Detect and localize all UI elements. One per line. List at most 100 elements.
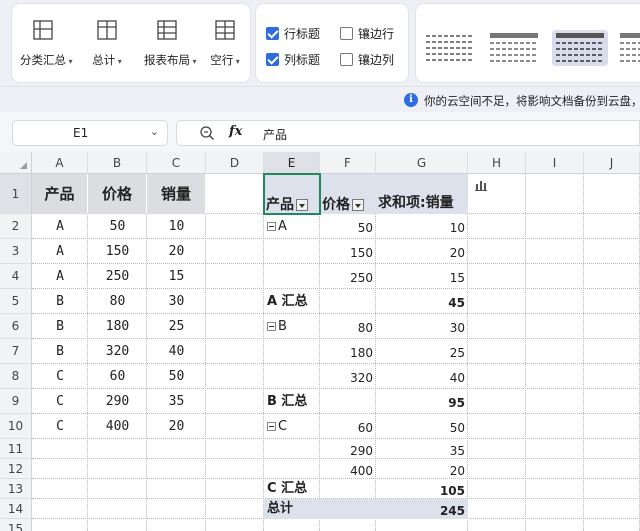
pivot-subtotal-label[interactable]: B 汇总 [264, 389, 320, 414]
row-header-12[interactable]: 12 [0, 459, 32, 479]
row-header-11[interactable]: 11 [0, 439, 32, 459]
pivot-subtotal-value[interactable]: 245 [376, 499, 468, 519]
spreadsheet-grid[interactable]: A B C D E F G H I J 1 2 3 4 5 6 7 8 9 10 11 12 13 14 15 产品 价格 销量 A 50… [0, 152, 640, 531]
pivot-sum-cell[interactable]: 20 [376, 459, 468, 479]
source-data-cell[interactable]: 40 [147, 339, 206, 364]
pivot-price-cell[interactable]: 50 [320, 214, 376, 239]
row-header-8[interactable]: 8 [0, 364, 32, 389]
subtotal-button[interactable]: 分类汇总 [20, 18, 66, 74]
blank-rows-button[interactable]: 空行 [202, 18, 248, 74]
row-headers-checkbox[interactable]: 行标题 [266, 24, 320, 42]
pivot-row-label[interactable]: B [264, 314, 320, 339]
name-box[interactable]: E1 ⌄ [12, 120, 168, 146]
column-header-b[interactable]: B [88, 152, 147, 174]
collapse-icon[interactable] [267, 322, 276, 331]
collapse-icon[interactable] [267, 422, 276, 431]
pivot-row-label[interactable] [264, 264, 320, 289]
pivot-style-2[interactable] [486, 30, 542, 66]
source-data-cell[interactable]: C [32, 414, 88, 439]
source-data-cell[interactable]: C [32, 364, 88, 389]
column-headers-checkbox[interactable]: 列标题 [266, 50, 320, 68]
source-data-cell[interactable]: B [32, 339, 88, 364]
row-header-15[interactable]: 15 [0, 519, 32, 531]
source-data-cell[interactable]: A [32, 214, 88, 239]
pivot-sum-cell[interactable]: 30 [376, 314, 468, 339]
source-data-cell[interactable]: 10 [147, 214, 206, 239]
pivot-subtotal-value[interactable]: 95 [376, 389, 468, 414]
pivot-header-price[interactable]: 价格 [320, 174, 376, 214]
row-header-9[interactable]: 9 [0, 389, 32, 414]
formula-input[interactable]: fx 产品 [176, 120, 640, 146]
source-data-cell[interactable]: 150 [88, 239, 147, 264]
pivot-row-label[interactable]: C [264, 414, 320, 439]
pivot-sum-cell[interactable]: 35 [376, 439, 468, 459]
source-data-cell[interactable]: 30 [147, 289, 206, 314]
row-header-13[interactable]: 13 [0, 479, 32, 499]
source-header-cell[interactable]: 销量 [147, 174, 206, 214]
source-data-cell[interactable]: 35 [147, 389, 206, 414]
chevron-down-icon[interactable]: ⌄ [150, 125, 159, 138]
source-data-cell[interactable]: 320 [88, 339, 147, 364]
source-data-cell[interactable]: 400 [88, 414, 147, 439]
column-header-a[interactable]: A [32, 152, 88, 174]
row-header-6[interactable]: 6 [0, 314, 32, 339]
pivot-subtotal-value[interactable]: 105 [376, 479, 468, 499]
pivot-row-label[interactable] [264, 459, 320, 479]
row-header-7[interactable]: 7 [0, 339, 32, 364]
pivot-row-label[interactable] [264, 339, 320, 364]
pivot-price-cell[interactable] [320, 289, 376, 314]
column-header-c[interactable]: C [147, 152, 206, 174]
pivot-sum-cell[interactable]: 50 [376, 414, 468, 439]
zoom-icon[interactable] [199, 125, 215, 141]
row-header-3[interactable]: 3 [0, 239, 32, 264]
row-header-1[interactable]: 1 [0, 174, 32, 214]
source-data-cell[interactable]: 25 [147, 314, 206, 339]
pivot-sum-cell[interactable]: 10 [376, 214, 468, 239]
row-header-14[interactable]: 14 [0, 499, 32, 519]
column-header-d[interactable]: D [206, 152, 264, 174]
source-data-cell[interactable]: 180 [88, 314, 147, 339]
pivot-price-cell[interactable] [320, 389, 376, 414]
source-data-cell[interactable]: B [32, 289, 88, 314]
pivot-row-label[interactable] [264, 364, 320, 389]
pivot-style-1[interactable] [422, 30, 478, 66]
source-data-cell[interactable]: 250 [88, 264, 147, 289]
banded-columns-checkbox[interactable]: 镶边列 [340, 50, 394, 68]
pivot-price-cell[interactable]: 400 [320, 459, 376, 479]
source-data-cell[interactable]: 20 [147, 414, 206, 439]
pivot-subtotal-label[interactable]: A 汇总 [264, 289, 320, 314]
column-header-f[interactable]: F [320, 152, 376, 174]
pivot-subtotal-value[interactable]: 45 [376, 289, 468, 314]
pivot-price-cell[interactable] [320, 499, 376, 519]
pivot-sum-cell[interactable]: 40 [376, 364, 468, 389]
select-all-corner[interactable] [0, 152, 32, 174]
source-header-cell[interactable]: 价格 [88, 174, 147, 214]
report-layout-button[interactable]: 报表布局 [144, 18, 190, 74]
source-data-cell[interactable]: 60 [88, 364, 147, 389]
pivot-style-3-selected[interactable] [552, 30, 608, 66]
pivot-price-cell[interactable]: 150 [320, 239, 376, 264]
source-data-cell[interactable]: A [32, 264, 88, 289]
column-header-j[interactable]: J [584, 152, 640, 174]
row-header-2[interactable]: 2 [0, 214, 32, 239]
source-data-cell[interactable]: C [32, 389, 88, 414]
pivot-sum-cell[interactable]: 15 [376, 264, 468, 289]
pivot-price-cell[interactable]: 250 [320, 264, 376, 289]
pivot-sum-cell[interactable]: 25 [376, 339, 468, 364]
pivot-row-label[interactable]: A [264, 214, 320, 239]
pivot-price-cell[interactable]: 180 [320, 339, 376, 364]
pivot-header-sum[interactable]: 求和项:销量 [376, 174, 468, 214]
source-data-cell[interactable]: B [32, 314, 88, 339]
source-data-cell[interactable]: 80 [88, 289, 147, 314]
source-data-cell[interactable]: 15 [147, 264, 206, 289]
row-header-10[interactable]: 10 [0, 414, 32, 439]
source-data-cell[interactable]: 50 [147, 364, 206, 389]
column-header-e[interactable]: E [264, 152, 320, 174]
row-header-5[interactable]: 5 [0, 289, 32, 314]
pivot-price-cell[interactable]: 80 [320, 314, 376, 339]
banded-rows-checkbox[interactable]: 镶边行 [340, 24, 394, 42]
source-data-cell[interactable]: A [32, 239, 88, 264]
pivot-price-cell[interactable]: 290 [320, 439, 376, 459]
pivot-style-4[interactable] [616, 30, 640, 66]
source-header-cell[interactable]: 产品 [32, 174, 88, 214]
